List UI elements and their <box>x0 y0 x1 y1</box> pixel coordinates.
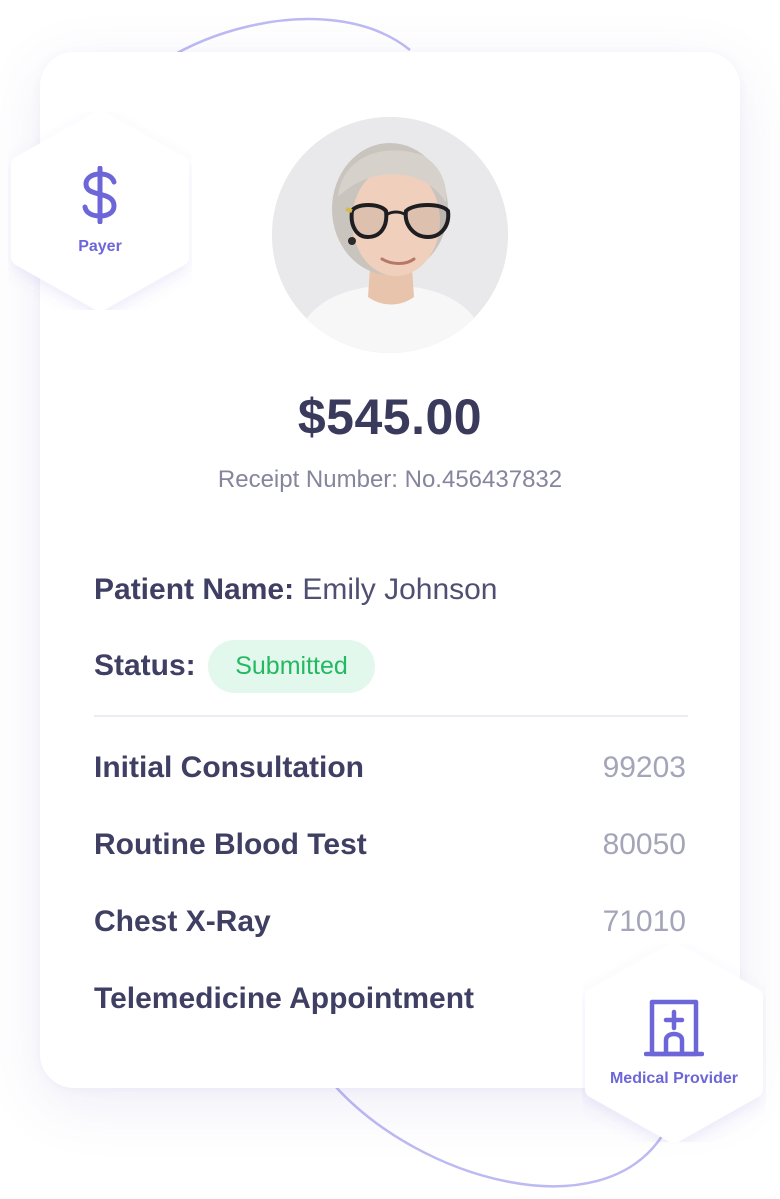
service-code: 99203 <box>602 751 686 784</box>
receipt-amount: $545.00 <box>297 389 483 445</box>
service-row: Initial Consultation 99203 <box>94 748 686 788</box>
service-row: Routine Blood Test 80050 <box>94 825 686 865</box>
receipt-number: Receipt Number: No.456437832 <box>217 466 563 493</box>
service-name: Telemedicine Appointment <box>94 982 475 1015</box>
service-name: Routine Blood Test <box>94 828 367 861</box>
divider <box>94 715 688 717</box>
service-row: Chest X-Ray 71010 <box>94 902 686 942</box>
service-code: 71010 <box>602 905 686 938</box>
payer-badge: Payer <box>8 112 192 310</box>
patient-avatar <box>272 117 508 353</box>
service-code: 80050 <box>602 828 686 861</box>
patient-name-label: Patient Name: <box>94 573 295 606</box>
hospital-icon <box>644 999 704 1057</box>
service-name: Initial Consultation <box>94 751 364 784</box>
service-name: Chest X-Ray <box>94 905 271 938</box>
dollar-icon <box>82 166 117 224</box>
patient-name-value: Emily Johnson <box>302 573 498 606</box>
status-label: Status: <box>94 649 196 682</box>
medical-provider-badge: Medical Provider <box>582 944 766 1142</box>
status-badge: Submitted <box>208 640 375 693</box>
payer-label: Payer <box>78 238 122 255</box>
medical-provider-label: Medical Provider <box>609 1070 739 1087</box>
patient-name-row: Patient Name: Emily Johnson <box>94 573 498 607</box>
